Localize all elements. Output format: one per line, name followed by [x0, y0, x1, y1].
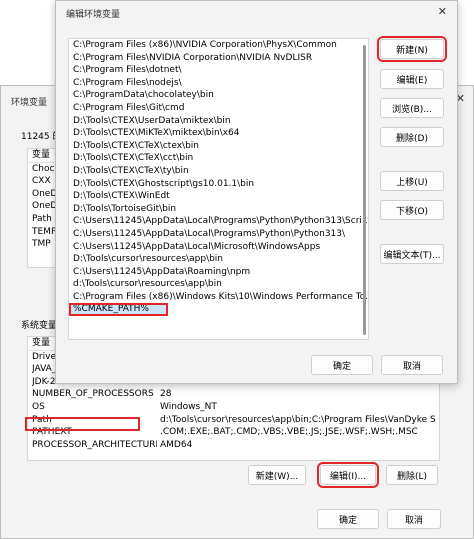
- move-down-button[interactable]: 下移(O): [380, 200, 444, 220]
- edit-ok-button[interactable]: 确定: [311, 355, 373, 375]
- path-entry[interactable]: D:\Tools\CTEX\CTeX\cct\bin: [69, 152, 368, 165]
- system-delete-button[interactable]: 删除(L): [386, 465, 438, 485]
- path-entry[interactable]: C:\Program Files\Git\cmd: [69, 102, 368, 115]
- path-entry[interactable]: D:\Tools\CTEX\CTeX\ty\bin: [69, 165, 368, 178]
- path-entry[interactable]: D:\Tools\CTEX\WinEdt: [69, 190, 368, 203]
- path-entry[interactable]: D:\Tools\CTEX\CTeX\ctex\bin: [69, 140, 368, 153]
- delete-button[interactable]: 删除(D): [380, 127, 444, 147]
- path-entry[interactable]: D:\Tools\CTEX\UserData\miktex\bin: [69, 115, 368, 128]
- path-entries-list[interactable]: C:\Program Files (x86)\NVIDIA Corporatio…: [68, 38, 369, 340]
- system-var-row[interactable]: PROCESSOR_ARCHITECTURE AMD64: [28, 439, 439, 452]
- path-row-highlight: [25, 417, 140, 431]
- system-new-button[interactable]: 新建(W)...: [248, 465, 306, 485]
- move-up-button[interactable]: 上移(U): [380, 171, 444, 191]
- system-var-value: d:\Tools\cursor\resources\app\bin;C:\Pro…: [160, 414, 436, 425]
- browse-button[interactable]: 浏览(B)...: [380, 98, 444, 118]
- path-entry[interactable]: C:\Users\11245\AppData\Local\Programs\Py…: [69, 215, 368, 228]
- path-entry[interactable]: C:\ProgramData\chocolatey\bin: [69, 89, 368, 102]
- edit-cancel-button[interactable]: 取消: [381, 355, 443, 375]
- edit-text-button[interactable]: 编辑文本(T)...: [380, 244, 444, 264]
- system-var-row[interactable]: OS Windows_NT: [28, 401, 439, 414]
- system-var-value: 28: [160, 389, 172, 400]
- new-button[interactable]: 新建(N): [377, 36, 447, 62]
- edit-env-dialog: 编辑环境变量 ✕ C:\Program Files (x86)\NVIDIA C…: [55, 0, 458, 384]
- system-var-name: OS: [32, 401, 45, 412]
- path-entry[interactable]: C:\Program Files (x86)\Windows Kits\10\W…: [69, 291, 368, 304]
- system-var-row[interactable]: NUMBER_OF_PROCESSORS 28: [28, 388, 439, 401]
- path-entry[interactable]: C:\Program Files\nodejs\: [69, 77, 368, 90]
- path-entry-selected[interactable]: %CMAKE_PATH%: [69, 303, 168, 317]
- list-scrollbar[interactable]: [363, 45, 366, 335]
- env-dialog-title: 环境变量: [11, 98, 48, 108]
- path-entry[interactable]: D:\Tools\TortoiseGit\bin: [69, 203, 368, 216]
- system-vars-name-header: 变量: [32, 338, 51, 348]
- env-ok-button[interactable]: 确定: [317, 509, 379, 529]
- system-edit-button[interactable]: 编辑(I)...: [317, 462, 379, 488]
- system-var-value: .COM;.EXE;.BAT;.CMD;.VBS;.VBE;.JS;.JSE;.…: [160, 427, 418, 438]
- path-entry[interactable]: C:\Users\11245\AppData\Roaming\npm: [69, 266, 368, 279]
- path-entry[interactable]: C:\Program Files\NVIDIA Corporation\NVID…: [69, 52, 368, 65]
- path-entry[interactable]: C:\Users\11245\AppData\Local\Programs\Py…: [69, 228, 368, 241]
- env-cancel-button[interactable]: 取消: [387, 509, 441, 529]
- system-var-name: NUMBER_OF_PROCESSORS: [32, 389, 154, 400]
- path-entry[interactable]: C:\Program Files\dotnet\: [69, 64, 368, 77]
- path-entry[interactable]: D:\Tools\CTEX\Ghostscript\gs10.01.1\bin: [69, 178, 368, 191]
- system-var-name: PROCESSOR_ARCHITECTURE: [32, 439, 157, 450]
- path-entry[interactable]: D:\Tools\cursor\resources\app\bin: [69, 253, 368, 266]
- edit-dialog-title: 编辑环境变量: [66, 10, 121, 20]
- system-var-value: Windows_NT: [160, 401, 217, 412]
- path-entry[interactable]: D:\Tools\CTEX\MiKTeX\miktex\bin\x64: [69, 127, 368, 140]
- close-icon[interactable]: ✕: [438, 5, 447, 18]
- path-entry[interactable]: C:\Program Files (x86)\NVIDIA Corporatio…: [69, 39, 368, 52]
- path-entry[interactable]: C:\Users\11245\AppData\Local\Microsoft\W…: [69, 241, 368, 254]
- path-entry[interactable]: d:\Tools\cursor\resources\app\bin: [69, 278, 368, 291]
- edit-button[interactable]: 编辑(E): [380, 69, 444, 89]
- system-var-value: AMD64: [160, 439, 193, 450]
